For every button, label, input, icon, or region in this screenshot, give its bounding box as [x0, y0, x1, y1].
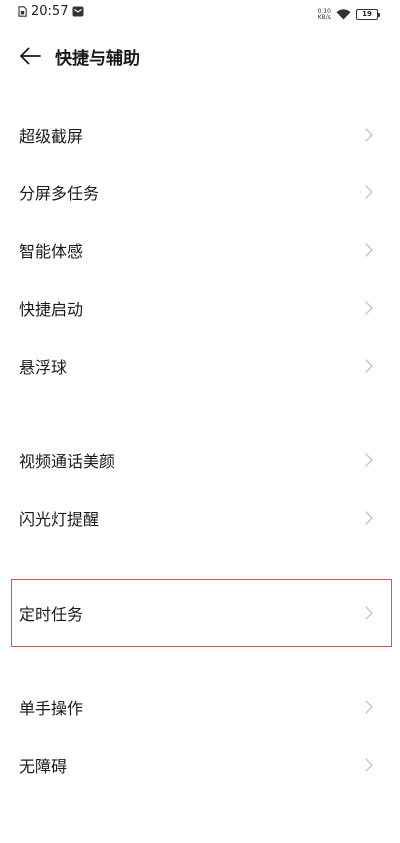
list-item-label: 无障碍	[19, 757, 68, 776]
status-bar-left: 20:57	[18, 4, 84, 19]
chevron-right-icon	[364, 127, 374, 143]
back-button[interactable]	[15, 41, 45, 71]
list-item-label: 闪光灯提醒	[19, 510, 100, 529]
page-title: 快捷与辅助	[55, 48, 140, 69]
chevron-right-icon	[364, 358, 374, 374]
battery-icon: 19	[356, 9, 380, 20]
list-item-one-handed-mode[interactable]: 单手操作	[0, 679, 400, 735]
status-bar-right: 0.10 KB/s 19	[317, 5, 380, 24]
list-item-label: 定时任务	[19, 605, 84, 624]
list-item-label: 超级截屏	[19, 127, 84, 146]
list-item-scheduled-task[interactable]: 定时任务	[0, 585, 400, 641]
chevron-right-icon	[364, 452, 374, 468]
list-item-super-screenshot[interactable]: 超级截屏	[0, 107, 400, 163]
list-item-label: 视频通话美颜	[19, 452, 116, 471]
network-speed-unit: KB/s	[317, 13, 331, 21]
header: 快捷与辅助	[0, 38, 400, 74]
list-item-label: 快捷启动	[19, 300, 84, 319]
network-speed: 0.10 KB/s	[317, 8, 331, 21]
list-item-accessibility[interactable]: 无障碍	[0, 737, 400, 793]
status-bar: 20:57 0.10 KB/s 19	[0, 0, 400, 26]
screen: 20:57 0.10 KB/s 19 快捷与辅助 超级截屏 分屏多任务 智能体感…	[0, 0, 400, 843]
wifi-icon	[336, 5, 351, 24]
list-item-label: 单手操作	[19, 699, 84, 718]
chevron-right-icon	[364, 242, 374, 258]
status-time: 20:57	[31, 4, 69, 19]
list-item-label: 智能体感	[19, 242, 84, 261]
chevron-right-icon	[364, 757, 374, 773]
chevron-right-icon	[364, 699, 374, 715]
list-item-floating-ball[interactable]: 悬浮球	[0, 338, 400, 394]
chevron-right-icon	[364, 605, 374, 621]
arrow-left-icon	[20, 47, 41, 65]
message-icon	[72, 6, 84, 17]
list-item-split-screen[interactable]: 分屏多任务	[0, 164, 400, 220]
list-item-smart-motion[interactable]: 智能体感	[0, 222, 400, 278]
list-item-video-call-beauty[interactable]: 视频通话美颜	[0, 432, 400, 488]
chevron-right-icon	[364, 184, 374, 200]
list-item-label: 分屏多任务	[19, 184, 100, 203]
list-item-flash-alert[interactable]: 闪光灯提醒	[0, 490, 400, 546]
chevron-right-icon	[364, 510, 374, 526]
chevron-right-icon	[364, 300, 374, 316]
list-item-label: 悬浮球	[19, 358, 68, 377]
list-item-quick-launch[interactable]: 快捷启动	[0, 280, 400, 336]
sim-card-icon	[18, 6, 27, 17]
battery-level: 19	[362, 10, 372, 18]
